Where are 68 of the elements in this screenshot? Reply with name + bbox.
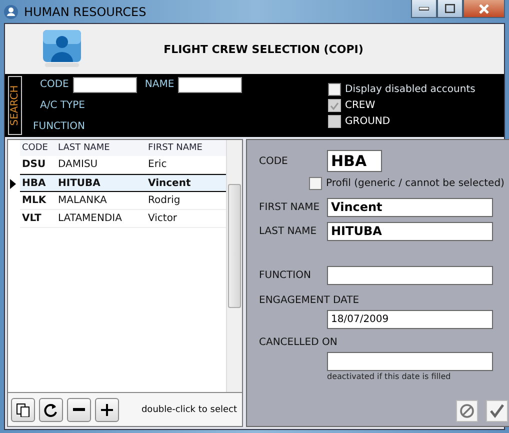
- minimize-icon: [419, 6, 429, 10]
- field-label: FIRST NAME: [259, 202, 321, 212]
- window-title: HUMAN RESOURCES: [24, 4, 148, 18]
- field-label: CODE: [259, 156, 289, 166]
- plus-icon: [100, 402, 114, 416]
- column-header[interactable]: CODE: [20, 143, 56, 153]
- table-row[interactable]: DSU DAMISU Eric: [20, 156, 226, 174]
- table-row[interactable]: MLK MALANKA Rodrig: [20, 192, 226, 210]
- table-cell-text: VLT: [21, 213, 42, 224]
- note-text: deactivated if this date is filled: [327, 372, 452, 381]
- table-cell-text: MLK: [21, 195, 48, 206]
- person-icon: [4, 4, 18, 18]
- table-cell-text: Vincent: [147, 178, 192, 188]
- copy-button[interactable]: [11, 398, 35, 422]
- refresh-icon: [44, 402, 58, 416]
- check-icon: [489, 403, 506, 419]
- maximize-button[interactable]: [437, 0, 463, 18]
- checkbox-label: GROUND: [345, 116, 390, 127]
- page-title: FLIGHT CREW SELECTION (COPI): [162, 42, 364, 56]
- prohibited-icon: [459, 403, 476, 419]
- checkbox[interactable]: [328, 83, 341, 96]
- search-field[interactable]: [178, 76, 242, 93]
- table-cell-text: DAMISU: [57, 159, 99, 170]
- search-field[interactable]: [72, 76, 137, 93]
- field-label: A/C TYPE: [40, 100, 85, 111]
- cancelled-date-field[interactable]: [327, 352, 493, 370]
- checkbox-label: CREW: [345, 100, 376, 111]
- hint-text: double-click to select: [141, 404, 238, 414]
- table-cell-text: HITUBA: [57, 178, 102, 188]
- table-cell-text: HBA: [21, 178, 47, 188]
- field-label: NAME: [144, 79, 174, 90]
- check-icon: [330, 102, 339, 110]
- table-cell-text: LATAMENDIA: [57, 213, 123, 224]
- remove-button[interactable]: [67, 398, 91, 422]
- table-cell-text: Rodrig: [147, 195, 182, 206]
- field-label: FUNCTION: [259, 270, 312, 280]
- scrollbar[interactable]: [226, 140, 242, 392]
- table-cell-text: DSU: [21, 159, 47, 170]
- function-field[interactable]: [327, 266, 493, 284]
- table-cell-text: Eric: [147, 159, 168, 170]
- field-label: ENGAGEMENT DATE: [259, 294, 360, 306]
- field-label: CANCELLED ON: [259, 336, 338, 348]
- user-profile-icon: [41, 29, 83, 69]
- table-cell-text: Victor: [147, 213, 178, 224]
- copy-icon: [16, 402, 30, 416]
- confirm-button[interactable]: [486, 400, 508, 422]
- refresh-button[interactable]: [39, 398, 63, 422]
- close-icon: [479, 4, 489, 14]
- field-label: CODE: [40, 79, 69, 90]
- last-name-field[interactable]: HITUBA: [327, 222, 493, 240]
- table-row[interactable]: VLT LATAMENDIA Victor: [20, 210, 226, 228]
- table-cell-text: MALANKA: [57, 195, 108, 206]
- field-label: FUNCTION: [33, 120, 85, 132]
- checkbox-label: Profil (generic / cannot be selected): [326, 178, 504, 188]
- close-button[interactable]: [463, 0, 505, 18]
- maximize-icon: [445, 4, 455, 13]
- column-header[interactable]: FIRST NAME: [146, 143, 226, 153]
- field-label: LAST NAME: [259, 226, 318, 236]
- first-name-field[interactable]: Vincent: [327, 198, 493, 216]
- checkbox-label: Display disabled accounts: [345, 84, 476, 95]
- column-header[interactable]: LAST NAME: [56, 143, 146, 153]
- checkbox[interactable]: [309, 176, 322, 190]
- engagement-date-field[interactable]: 18/07/2009: [327, 310, 493, 328]
- minimize-button[interactable]: [411, 0, 437, 18]
- code-field[interactable]: HBA: [327, 150, 382, 172]
- minus-icon: [73, 408, 85, 411]
- cancel-button[interactable]: [456, 400, 478, 422]
- add-button[interactable]: [95, 398, 119, 422]
